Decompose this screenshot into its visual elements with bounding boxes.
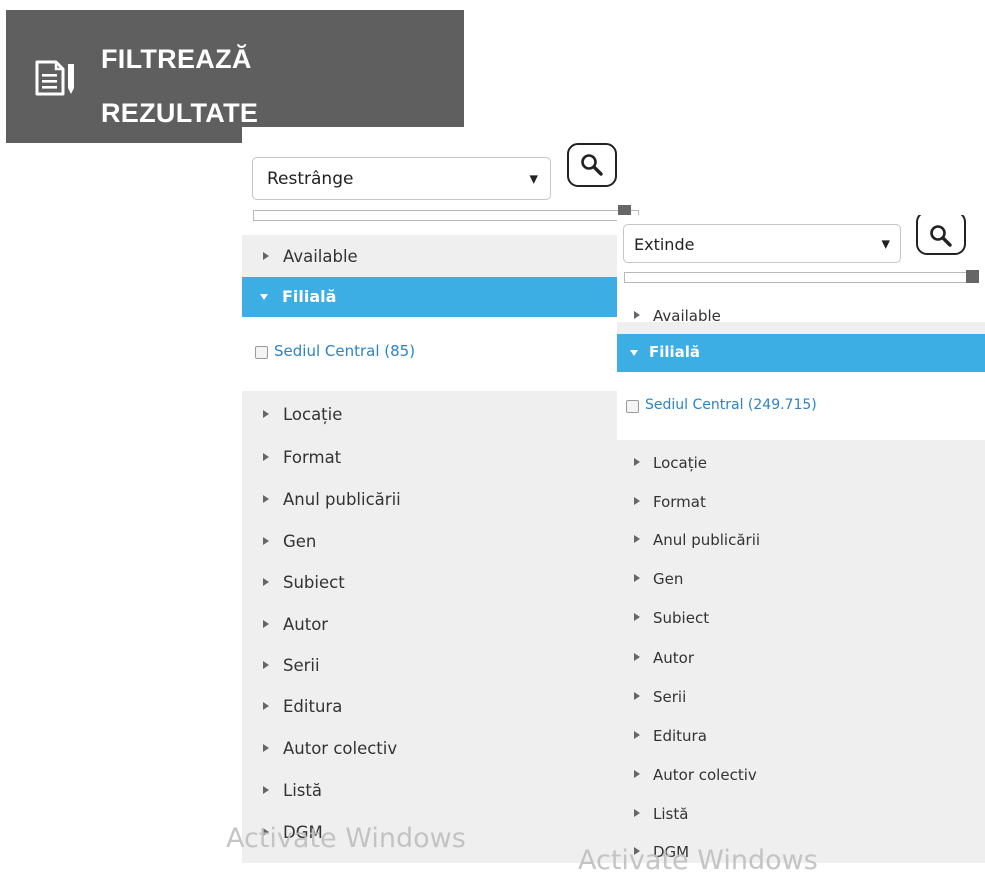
document-edit-icon [35, 60, 74, 96]
activate-windows-watermark: Activate Windows [226, 823, 466, 854]
facet-label: Listă [283, 781, 322, 800]
facet-label: Format [653, 493, 706, 511]
range-slider-track[interactable] [624, 272, 970, 283]
filter-results-header: FILTREAZĂ REZULTATE [6, 10, 464, 143]
caret-right-icon [263, 786, 269, 794]
caret-right-icon [634, 731, 640, 739]
search-button[interactable] [567, 143, 617, 187]
caret-right-icon [263, 537, 269, 545]
caret-right-icon [263, 453, 269, 461]
caret-right-icon [634, 770, 640, 778]
sediul-central-checkbox[interactable] [255, 346, 268, 359]
caret-right-icon [634, 653, 640, 661]
caret-right-icon [263, 252, 269, 260]
search-scope-select[interactable]: Extinde ▼ [623, 224, 901, 263]
caret-right-icon [634, 574, 640, 582]
caret-right-icon [263, 620, 269, 628]
facet-label: Available [653, 307, 721, 325]
caret-right-icon [634, 692, 640, 700]
facet-label: Gen [653, 570, 684, 588]
facet-label: Editura [283, 697, 343, 716]
facet-filiala[interactable]: Filială [617, 334, 985, 372]
sediul-central-link[interactable]: Sediul Central (249.715) [645, 397, 817, 413]
facet-label: Locație [283, 405, 343, 424]
search-button[interactable] [916, 215, 966, 255]
sediul-central-link[interactable]: Sediul Central (85) [274, 342, 415, 360]
select-value: Extinde [634, 235, 695, 254]
caret-right-icon [634, 809, 640, 817]
caret-right-icon [634, 458, 640, 466]
facet-label: Format [283, 448, 342, 467]
sediul-central-checkbox[interactable] [626, 400, 639, 413]
caret-right-icon [634, 497, 640, 505]
facet-label: Subiect [653, 609, 710, 627]
facet-label: Anul publicării [283, 490, 401, 509]
facet-label: Autor [283, 615, 329, 634]
facet-label: Serii [653, 688, 687, 706]
caret-down-icon [260, 294, 268, 300]
search-icon [930, 225, 952, 247]
facet-filiala-options: Sediul Central (249.715) [617, 372, 985, 440]
facet-filiala[interactable]: Filială [242, 277, 639, 317]
search-scope-select[interactable]: Restrânge ▼ [252, 157, 551, 200]
caret-right-icon [263, 495, 269, 503]
caret-down-icon [630, 350, 638, 356]
facet-label: Filială [282, 287, 337, 306]
select-value: Restrânge [267, 169, 354, 189]
caret-right-icon [263, 702, 269, 710]
facet-label: Anul publicării [653, 531, 761, 549]
facet-label: Serii [283, 656, 320, 675]
caret-right-icon [263, 744, 269, 752]
caret-right-icon [263, 578, 269, 586]
facet-filiala-options: Sediul Central (85) [242, 317, 639, 391]
caret-right-icon [634, 535, 640, 543]
facet-label: Locație [653, 454, 707, 472]
search-icon [581, 154, 603, 176]
facet-panel-extend: Extinde ▼ Available Filială Sediul Centr… [617, 215, 985, 863]
facet-label: Editura [653, 727, 707, 745]
facet-label: Available [283, 247, 358, 266]
range-slider-track[interactable] [253, 210, 639, 221]
activate-windows-watermark: Activate Windows [578, 845, 818, 876]
chevron-down-icon: ▼ [529, 172, 538, 185]
header-title-line1: FILTREAZĂ [101, 44, 252, 74]
facet-label: Subiect [283, 573, 345, 592]
facet-panel-restrict: Restrânge ▼ Available Filială Sediul Cen… [242, 127, 639, 863]
header-title: FILTREAZĂ REZULTATE [101, 32, 258, 140]
facet-label: Autor colectiv [653, 766, 757, 784]
header-title-line2: REZULTATE [101, 98, 259, 128]
caret-right-icon [634, 613, 640, 621]
caret-right-icon [634, 311, 640, 319]
facet-label: Listă [653, 805, 689, 823]
chevron-down-icon: ▼ [881, 237, 890, 250]
facet-label: Autor colectiv [283, 739, 398, 758]
caret-right-icon [263, 410, 269, 418]
caret-right-icon [263, 661, 269, 669]
slider-handle[interactable] [966, 270, 979, 283]
facet-label: Filială [649, 343, 701, 361]
facet-label: Autor [653, 649, 694, 667]
facet-label: Gen [283, 532, 317, 551]
